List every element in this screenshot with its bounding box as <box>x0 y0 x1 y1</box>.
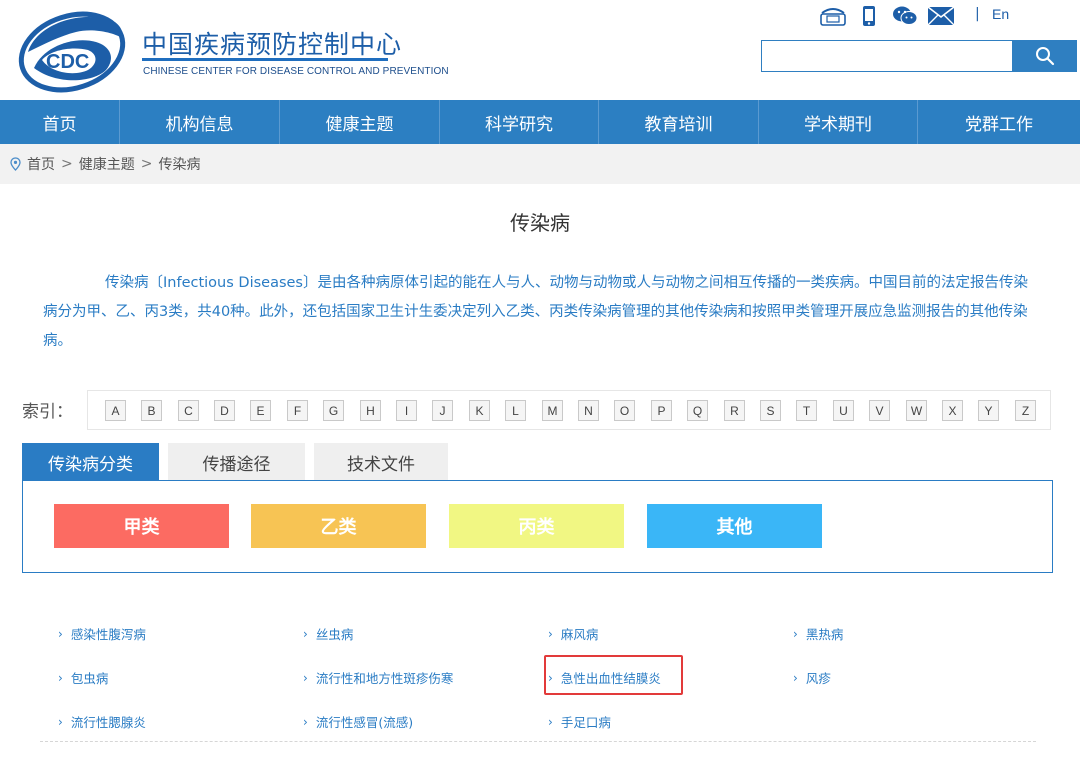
lang-separator: | <box>975 6 980 22</box>
nav-item-journals[interactable]: 学术期刊 <box>759 100 918 144</box>
index-letter-l[interactable]: L <box>505 400 526 421</box>
chevron-right-icon: › <box>793 670 798 685</box>
cdc-logo[interactable]: CDC <box>14 4 130 96</box>
disease-link[interactable]: › 手足口病 <box>548 712 611 731</box>
index-letter-f[interactable]: F <box>287 400 308 421</box>
chevron-right-icon: › <box>793 626 798 641</box>
mobile-icon[interactable] <box>854 4 884 28</box>
disease-link[interactable]: › 流行性感冒(流感) <box>303 712 413 731</box>
index-label: 索引： <box>22 402 73 422</box>
index-letter-a[interactable]: A <box>105 400 126 421</box>
class-b-button[interactable]: 乙类 <box>251 504 426 548</box>
index-letter-g[interactable]: G <box>323 400 344 421</box>
disease-link[interactable]: › 丝虫病 <box>303 624 353 643</box>
breadcrumb-separator: > <box>140 156 153 172</box>
chevron-right-icon: › <box>303 714 308 729</box>
index-letter-t[interactable]: T <box>796 400 817 421</box>
nav-item-education[interactable]: 教育培训 <box>599 100 759 144</box>
disease-link[interactable]: › 麻风病 <box>548 624 598 643</box>
index-letter-n[interactable]: N <box>578 400 599 421</box>
tab-transmission-route[interactable]: 传播途径 <box>168 443 305 481</box>
chevron-right-icon: › <box>58 626 63 641</box>
index-letter-v[interactable]: V <box>869 400 890 421</box>
breadcrumb-health-topics[interactable]: 健康主题 <box>79 154 135 174</box>
wechat-icon[interactable] <box>890 4 920 28</box>
index-letter-o[interactable]: O <box>614 400 635 421</box>
main-nav: 首页 机构信息 健康主题 科学研究 教育培训 学术期刊 党群工作 <box>0 100 1080 144</box>
site-title[interactable]: 中国疾病预防控制中心 <box>142 25 402 61</box>
index-letter-d[interactable]: D <box>214 400 235 421</box>
search-button[interactable] <box>1013 40 1077 72</box>
disease-link[interactable]: › 流行性腮腺炎 <box>58 712 146 731</box>
tab-disease-classification[interactable]: 传染病分类 <box>22 443 159 481</box>
breadcrumb-home[interactable]: 首页 <box>27 154 55 174</box>
index-letter-c[interactable]: C <box>178 400 199 421</box>
highlight-annotation-box <box>544 655 683 695</box>
disease-link[interactable]: › 黑热病 <box>793 624 843 643</box>
phone-icon[interactable] <box>818 4 848 28</box>
class-a-button[interactable]: 甲类 <box>54 504 229 548</box>
nav-item-party-work[interactable]: 党群工作 <box>918 100 1080 144</box>
index-letter-w[interactable]: W <box>906 400 927 421</box>
index-letter-j[interactable]: J <box>432 400 453 421</box>
site-subtitle: CHINESE CENTER FOR DISEASE CONTROL AND P… <box>143 66 449 77</box>
index-letter-u[interactable]: U <box>833 400 854 421</box>
nav-item-home[interactable]: 首页 <box>0 100 120 144</box>
breadcrumb-separator: > <box>61 156 73 172</box>
disease-link[interactable]: › 包虫病 <box>58 668 108 687</box>
index-letter-p[interactable]: P <box>651 400 672 421</box>
top-icon-bar <box>818 3 962 29</box>
index-letter-h[interactable]: H <box>360 400 381 421</box>
site-header: CDC 中国疾病预防控制中心 CHINESE CENTER FOR DISEAS… <box>0 0 1080 100</box>
disease-link[interactable]: › 风疹 <box>793 668 831 687</box>
nav-item-org-info[interactable]: 机构信息 <box>120 100 280 144</box>
chevron-right-icon: › <box>548 626 553 641</box>
index-letter-e[interactable]: E <box>250 400 271 421</box>
index-letter-k[interactable]: K <box>469 400 490 421</box>
page-title: 传染病 <box>510 211 570 235</box>
search-icon <box>1036 47 1055 66</box>
index-letter-r[interactable]: R <box>724 400 745 421</box>
chevron-right-icon: › <box>303 626 308 641</box>
location-pin-icon <box>10 157 21 171</box>
nav-item-health-topics[interactable]: 健康主题 <box>280 100 440 144</box>
disease-link[interactable]: › 流行性和地方性斑疹伤寒 <box>303 668 453 687</box>
english-link[interactable]: En <box>992 6 1009 22</box>
chevron-right-icon: › <box>548 714 553 729</box>
disease-link[interactable]: › 感染性腹泻病 <box>58 624 146 643</box>
intro-paragraph: 传染病〔Infectious Diseases〕是由各种病原体引起的能在人与人、… <box>43 275 1028 349</box>
chevron-right-icon: › <box>58 714 63 729</box>
index-letter-z[interactable]: Z <box>1015 400 1036 421</box>
site-title-rule <box>142 58 388 61</box>
mail-icon[interactable] <box>926 4 956 28</box>
letter-index: A B C D E F G H I J K L M N O P Q R S T … <box>87 390 1051 430</box>
tab-technical-documents[interactable]: 技术文件 <box>314 443 448 481</box>
chevron-right-icon: › <box>303 670 308 685</box>
nav-item-research[interactable]: 科学研究 <box>440 100 599 144</box>
index-letter-s[interactable]: S <box>760 400 781 421</box>
chevron-right-icon: › <box>58 670 63 685</box>
class-other-button[interactable]: 其他 <box>647 504 822 548</box>
class-c-button[interactable]: 丙类 <box>449 504 624 548</box>
index-letter-x[interactable]: X <box>942 400 963 421</box>
index-letter-m[interactable]: M <box>542 400 563 421</box>
breadcrumb: 首页 > 健康主题 > 传染病 <box>0 144 1080 184</box>
index-letter-b[interactable]: B <box>141 400 162 421</box>
list-divider <box>40 741 1036 742</box>
breadcrumb-current[interactable]: 传染病 <box>158 154 200 174</box>
logo-text: CDC <box>46 51 89 73</box>
index-letter-i[interactable]: I <box>396 400 417 421</box>
index-letter-q[interactable]: Q <box>687 400 708 421</box>
search-input[interactable] <box>761 40 1013 72</box>
index-letter-y[interactable]: Y <box>978 400 999 421</box>
